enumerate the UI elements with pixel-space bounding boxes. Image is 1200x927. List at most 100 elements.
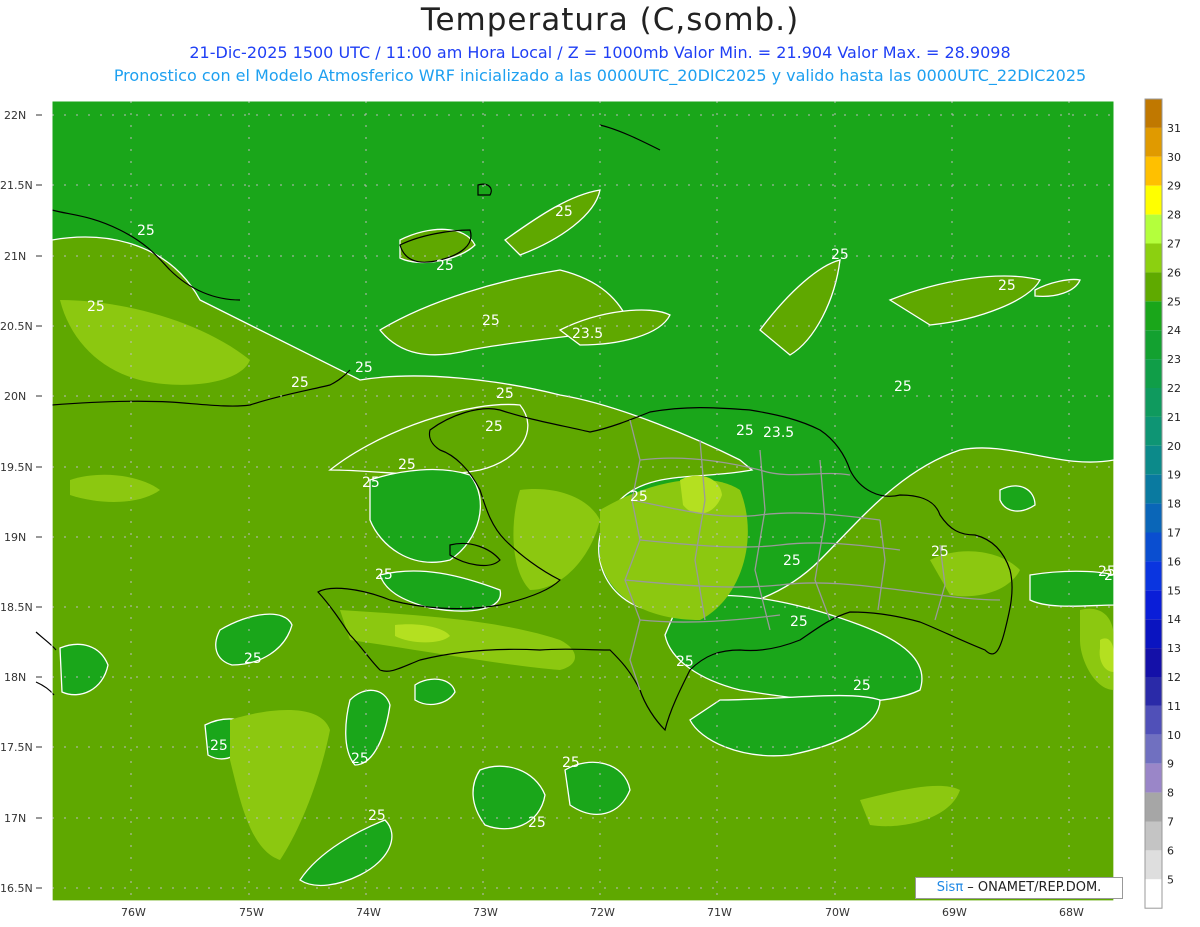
lon-label: 71W — [707, 906, 732, 919]
colorbar-swatch — [1145, 590, 1162, 620]
lat-label: 22N — [4, 109, 26, 122]
contour-label: 25 — [210, 738, 228, 754]
contour-label: 25 — [528, 815, 546, 831]
colorbar-tick-label: 28 — [1167, 209, 1181, 222]
colorbar-tick-label: 7 — [1167, 816, 1174, 829]
lon-labels: 76W 75W 74W 73W 72W 71W 70W 69W 68W — [121, 906, 1084, 919]
contour-label: 25 — [630, 489, 648, 505]
contour-label: 25 — [485, 419, 503, 435]
contour-label: 25 — [853, 678, 871, 694]
colorbar-swatch — [1145, 532, 1162, 562]
contour-label: 25 — [482, 313, 500, 329]
colorbar-tick-label: 23 — [1167, 353, 1181, 366]
lon-label: 74W — [356, 906, 381, 919]
colorbar-swatch — [1145, 272, 1162, 302]
brand-sis: Sisπ — [936, 880, 964, 895]
colorbar-swatch — [1145, 763, 1162, 793]
colorbar-swatch — [1145, 388, 1162, 417]
lon-label: 68W — [1059, 906, 1084, 919]
colorbar-swatch — [1145, 792, 1162, 822]
colorbar-tick-label: 22 — [1167, 382, 1181, 395]
lat-label: 16.5N — [0, 882, 33, 895]
colorbar-tick-label: 26 — [1167, 266, 1181, 279]
colorbar-swatch — [1145, 330, 1162, 360]
colorbar-swatch — [1145, 127, 1162, 157]
lat-label: 17N — [4, 812, 26, 825]
colorbar-swatch — [1145, 850, 1162, 880]
colorbar-swatch — [1145, 619, 1162, 649]
brand-label: Sisπ – ONAMET/REP.DOM. — [915, 877, 1123, 899]
colorbar-tick-label: 29 — [1167, 180, 1181, 193]
colorbar-tick-label: 16 — [1167, 555, 1181, 568]
colorbar-tick-label: 13 — [1167, 642, 1181, 655]
colorbar-tick-label: 27 — [1167, 238, 1181, 251]
contour-label: 25 — [790, 614, 808, 630]
colorbar-tick-label: 17 — [1167, 527, 1181, 540]
contour-label: 25 — [398, 457, 416, 473]
contour-label: 25 — [555, 204, 573, 220]
lat-label: 18N — [4, 671, 26, 684]
temperature-map: 25 25 25 25 25 25 25 25 25 25 25 25 23.5… — [0, 98, 1181, 919]
colorbar-tick-label: 9 — [1167, 758, 1174, 771]
lon-label: 75W — [239, 906, 264, 919]
colorbar-tick-label: 10 — [1167, 729, 1181, 742]
colorbar-tick-label: 5 — [1167, 873, 1174, 886]
colorbar: 31 30 29 28 27 26 25 24 23 22 21 20 19 18 17 16 15 14 13 12… — [1144, 98, 1181, 909]
colorbar-swatch — [1145, 705, 1162, 735]
contour-label: 25 — [362, 475, 380, 491]
colorbar-tick-label: 30 — [1167, 151, 1181, 164]
contour-label: 25 — [894, 379, 912, 395]
contour-label: 25 — [931, 544, 949, 560]
contour-label: 25 — [355, 360, 373, 376]
colorbar-tick-label: 8 — [1167, 787, 1174, 800]
colorbar-swatch — [1145, 243, 1162, 273]
colorbar-tick-label: 19 — [1167, 469, 1181, 482]
lat-label: 21.5N — [0, 179, 33, 192]
contour-label: 23.5 — [763, 425, 794, 441]
colorbar-swatch — [1145, 648, 1162, 677]
colorbar-tick-label: 11 — [1167, 700, 1181, 713]
colorbar-tick-label: 15 — [1167, 584, 1181, 597]
lat-labels: 22N 21.5N 21N 20.5N 20N 19.5N 19N 18.5N … — [0, 109, 33, 895]
lon-label: 73W — [473, 906, 498, 919]
contour-label: 25 — [291, 375, 309, 391]
lon-label: 69W — [942, 906, 967, 919]
colorbar-swatch — [1145, 503, 1162, 533]
colorbar-swatch — [1145, 474, 1162, 504]
contour-label: 25 — [831, 247, 849, 263]
lat-label: 21N — [4, 250, 26, 263]
lat-label: 17.5N — [0, 741, 33, 754]
lat-ticks — [36, 114, 42, 889]
colorbar-tick-label: 18 — [1167, 498, 1181, 511]
contour-label: 25 — [736, 423, 754, 439]
brand-text: – ONAMET/REP.DOM. — [963, 880, 1102, 895]
colorbar-swatch — [1145, 821, 1162, 851]
lon-label: 72W — [590, 906, 615, 919]
colorbar-tick-label: 24 — [1167, 324, 1181, 337]
contour-label: 25 — [87, 299, 105, 315]
contour-label: 25 — [436, 258, 454, 274]
contour-label: 25 — [496, 386, 514, 402]
colorbar-swatch — [1145, 301, 1162, 331]
lat-label: 20N — [4, 390, 26, 403]
contour-label: 25 — [676, 654, 694, 670]
contour-label: 25 — [375, 567, 393, 583]
lon-label: 76W — [121, 906, 146, 919]
contour-label: 25 — [562, 755, 580, 771]
colorbar-swatch — [1145, 879, 1162, 909]
contour-label: 25 — [244, 651, 262, 667]
colorbar-tick-label: 6 — [1167, 844, 1174, 857]
colorbar-swatch — [1145, 445, 1162, 475]
contour-label: 25 — [351, 751, 369, 767]
colorbar-swatch — [1145, 156, 1162, 186]
colorbar-swatch — [1145, 99, 1162, 128]
colorbar-tick-label: 31 — [1167, 122, 1181, 135]
lat-label: 20.5N — [0, 320, 33, 333]
colorbar-swatch — [1145, 561, 1162, 591]
contour-label: 25 — [137, 223, 155, 239]
colorbar-swatch — [1145, 734, 1162, 764]
colorbar-tick-label: 25 — [1167, 295, 1181, 308]
colorbar-tick-label: 12 — [1167, 671, 1181, 684]
contour-label: 25 — [1104, 568, 1122, 584]
colorbar-tick-label: 20 — [1167, 440, 1181, 453]
